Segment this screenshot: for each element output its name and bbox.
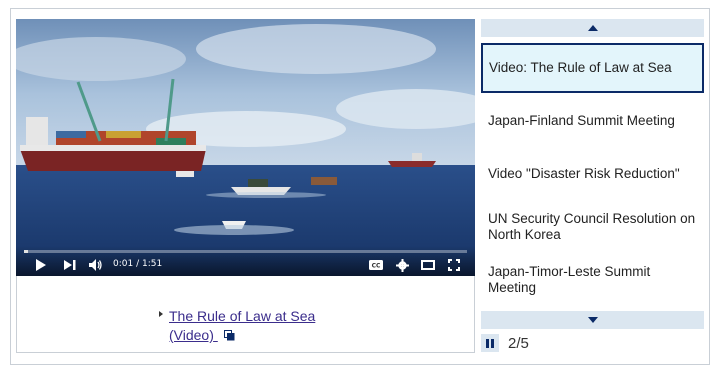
playlist-item-label: Video "Disaster Risk Reduction" [488, 166, 680, 181]
video-title-line2: (Video) [169, 327, 214, 343]
video-progress-fill [24, 250, 28, 253]
pause-autoplay-button[interactable] [481, 334, 499, 352]
page-counter: 2/5 [508, 335, 529, 352]
video-time: 0:01 / 1:51 [113, 259, 163, 269]
playlist-item-4[interactable]: UN Security Council Resolution on North … [481, 202, 704, 252]
fullscreen-icon[interactable] [446, 258, 462, 272]
playlist-item-5[interactable]: Japan-Timor-Leste Summit Meeting [481, 255, 704, 305]
playlist-scroll-down-button[interactable] [481, 311, 704, 329]
bullet-icon [159, 311, 163, 317]
cc-icon[interactable]: CC [368, 258, 384, 272]
external-window-icon [223, 327, 235, 346]
playlist-item-label: Video: The Rule of Law at Sea [489, 60, 672, 75]
play-icon[interactable] [34, 258, 48, 272]
playlist-item-2[interactable]: Japan-Finland Summit Meeting [481, 96, 704, 146]
svg-text:CC: CC [372, 263, 381, 270]
video-progress-bar[interactable] [24, 250, 467, 253]
video-title-link[interactable]: The Rule of Law at Sea (Video) [169, 307, 339, 346]
pause-icon [486, 338, 494, 348]
video-player[interactable]: 0:01 / 1:51 CC [16, 19, 475, 276]
video-controls: 0:01 / 1:51 CC [16, 246, 475, 276]
video-frame-image [16, 19, 475, 276]
playlist-item-label: Japan-Finland Summit Meeting [488, 113, 675, 128]
settings-gear-icon[interactable] [394, 258, 410, 272]
chevron-up-icon [587, 25, 598, 31]
playlist-item-3[interactable]: Video "Disaster Risk Reduction" [481, 149, 704, 199]
video-title-line1: The Rule of Law at Sea [169, 308, 316, 324]
next-icon[interactable] [62, 258, 78, 272]
playlist-item-label: UN Security Council Resolution on North … [488, 211, 696, 242]
playlist-item-1[interactable]: Video: The Rule of Law at Sea [481, 43, 704, 93]
volume-icon[interactable] [88, 258, 104, 272]
playlist-item-label: Japan-Timor-Leste Summit Meeting [488, 264, 651, 295]
playlist-scroll-up-button[interactable] [481, 19, 704, 37]
chevron-down-icon [587, 317, 598, 323]
theater-mode-icon[interactable] [420, 258, 436, 272]
